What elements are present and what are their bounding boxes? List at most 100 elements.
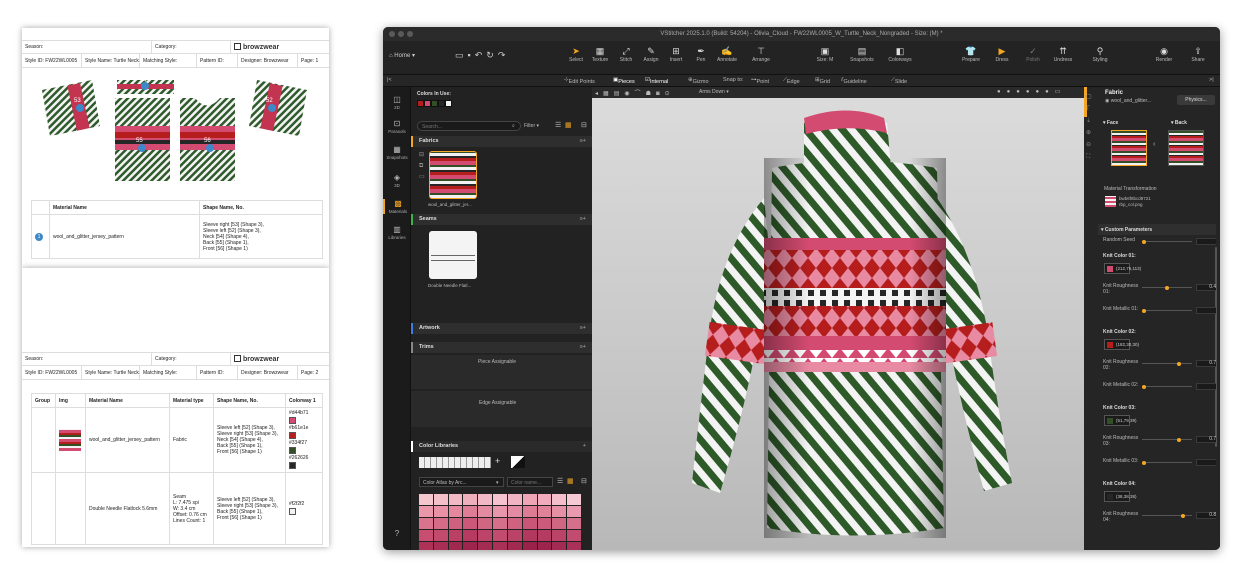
render-toggles[interactable]: ●●●●●●▭	[997, 88, 1066, 95]
back-texture-thumbnail[interactable]	[1168, 130, 1204, 166]
close-window-icon[interactable]	[389, 31, 395, 37]
palette-swatch[interactable]	[433, 506, 448, 517]
palette-swatch[interactable]	[419, 542, 433, 550]
location-icon[interactable]: ⊙	[665, 91, 675, 97]
parameter-slider[interactable]	[1142, 513, 1192, 518]
palette-swatch[interactable]	[448, 542, 463, 550]
palette-swatch[interactable]	[537, 506, 552, 517]
palette-swatch[interactable]	[507, 494, 522, 505]
collapse-right-icon[interactable]: >|	[1209, 77, 1214, 83]
sphere-icon[interactable]: ●	[1026, 89, 1036, 95]
piece-assignable-zone[interactable]: Piece Assignable	[411, 355, 592, 389]
nav-snapshots[interactable]: ▦ Snapshots	[383, 145, 411, 160]
gizmo-toggle[interactable]: ⊕ Gizmo	[688, 77, 709, 85]
palette-swatch[interactable]	[552, 518, 567, 529]
palette-swatch[interactable]	[522, 494, 537, 505]
view-back-icon[interactable]: ◂	[595, 91, 603, 97]
back-tab[interactable]: ▾ Back	[1171, 120, 1187, 126]
black-white-icon[interactable]	[511, 456, 525, 468]
parameter-slider[interactable]	[1142, 384, 1192, 389]
palette-swatch[interactable]	[478, 506, 493, 517]
tool-snapshots[interactable]: ▤ Snapshots	[845, 46, 879, 63]
snap-point[interactable]: ⊶ Point	[751, 77, 769, 85]
color-library-select[interactable]: Color Atlas by Arc... ▾	[419, 477, 504, 487]
chevron-left-icon[interactable]: ‹	[1153, 141, 1155, 148]
palette-grid-icon[interactable]: ▦	[567, 477, 574, 485]
knit-color-swatch[interactable]: (38,38,38)	[1104, 491, 1137, 502]
palette-swatch[interactable]	[493, 494, 507, 505]
trims-section[interactable]: Trims ≡+	[411, 342, 592, 353]
parameter-value-field[interactable]: 0.75	[1196, 360, 1216, 367]
nav-3d[interactable]: ◈ 3D	[383, 173, 411, 188]
tool-annotate[interactable]: ✍ Annotate	[710, 46, 744, 63]
tool-share[interactable]: ⇪ Share	[1181, 46, 1215, 63]
grid-icon[interactable]: ▦	[603, 91, 614, 97]
property-tabs[interactable]: ▢ T ⇣ ⊕ ⊖ ⛶	[1086, 91, 1096, 163]
palette-swatch[interactable]	[552, 494, 567, 505]
palette-swatch[interactable]	[567, 518, 581, 529]
fabric-actions[interactable]: ⊟ ⧉ ▭	[419, 150, 429, 183]
color-libraries-section[interactable]: Color Libraries +	[411, 441, 592, 452]
palette-swatch[interactable]	[552, 542, 567, 550]
redo-icon[interactable]: ↷	[498, 50, 510, 60]
palette-swatch[interactable]	[463, 542, 478, 550]
sphere-icon[interactable]: ●	[1007, 89, 1017, 95]
3d-viewport[interactable]: ◂▦▤◉⌒☗◙⊙ Arms Down ▾ ●●●●●●▭	[592, 87, 1084, 550]
palette-swatch[interactable]	[433, 494, 448, 505]
palette-swatch[interactable]	[419, 530, 433, 541]
home-button[interactable]: ⌂ Home ▾	[389, 52, 415, 59]
tool-polish[interactable]: ✓ Polish	[1016, 46, 1050, 63]
history-icon[interactable]: ↻	[486, 50, 498, 60]
fabric-thumbnail[interactable]	[429, 151, 477, 199]
palette-swatch[interactable]	[478, 542, 493, 550]
nav-libraries[interactable]: ▥ Libraries	[383, 225, 411, 240]
fabrics-section[interactable]: Fabrics ≡+	[411, 136, 592, 147]
file-actions[interactable]: ▭▪↶↻↷	[455, 50, 509, 61]
parameter-value-field[interactable]: 0	[1196, 238, 1216, 245]
palette-swatch[interactable]	[433, 530, 448, 541]
palette-swatch[interactable]	[493, 542, 507, 550]
grid-view-icon[interactable]: ▦	[565, 121, 572, 129]
knit-color-swatch[interactable]: (212,75,113)	[1104, 263, 1141, 274]
tool-prepare[interactable]: 👕 Prepare	[954, 46, 988, 63]
palette-swatch[interactable]	[433, 542, 448, 550]
parameter-slider[interactable]	[1142, 361, 1192, 366]
knit-color-swatch[interactable]: (182,30,30)	[1104, 339, 1139, 350]
palette-swatch[interactable]	[493, 506, 507, 517]
edit-points-toggle[interactable]: ⊹ Edit Points	[564, 77, 595, 85]
palette-swatch[interactable]	[478, 518, 493, 529]
help-icon[interactable]: ?	[383, 529, 411, 539]
palette-swatch[interactable]	[552, 530, 567, 541]
palette-swatch[interactable]	[507, 542, 522, 550]
tool-arrange[interactable]: ⊤ Arrange	[744, 46, 778, 63]
sphere-icon[interactable]: ●	[1036, 89, 1046, 95]
parameter-slider[interactable]	[1142, 308, 1192, 313]
palette-swatch[interactable]	[522, 530, 537, 541]
nav-2d[interactable]: ◫ 2D	[383, 95, 411, 110]
avatar-icon[interactable]: ◉	[624, 91, 634, 97]
parameter-slider[interactable]	[1142, 460, 1192, 465]
snap-grid[interactable]: ⊞ Grid	[815, 77, 830, 85]
knit-color-swatch[interactable]: (51,79,39)	[1104, 415, 1137, 426]
parameter-value-field[interactable]: 0	[1196, 383, 1216, 390]
pieces-toggle[interactable]: ▣ Pieces	[613, 77, 635, 85]
color-chip[interactable]	[438, 100, 445, 107]
tool-undress[interactable]: ⇈ Undress	[1046, 46, 1080, 63]
palette-swatch[interactable]	[448, 506, 463, 517]
palette-swatch[interactable]	[537, 542, 552, 550]
color-name-input[interactable]: Color name...	[507, 477, 553, 487]
palette-swatch[interactable]	[567, 530, 581, 541]
snap-edge[interactable]: ⟋ Edge	[783, 77, 800, 85]
palette-swatch[interactable]	[448, 530, 463, 541]
face-tab[interactable]: ▾ Face	[1103, 120, 1118, 126]
edge-assignable-zone[interactable]: Edge Assignable	[411, 391, 592, 427]
physics-button[interactable]: Physics...	[1177, 95, 1215, 105]
palette-swatch[interactable]	[463, 494, 478, 505]
palette-swatch[interactable]	[567, 542, 581, 550]
folder-icon[interactable]: ▭	[455, 50, 468, 60]
parameter-value-field[interactable]: 0.75	[1196, 436, 1216, 443]
collapse-left-icon[interactable]: |<	[387, 77, 392, 83]
save-icon[interactable]: ▪	[468, 50, 475, 60]
palette-swatch[interactable]	[522, 506, 537, 517]
face-texture-thumbnail[interactable]	[1111, 130, 1147, 166]
